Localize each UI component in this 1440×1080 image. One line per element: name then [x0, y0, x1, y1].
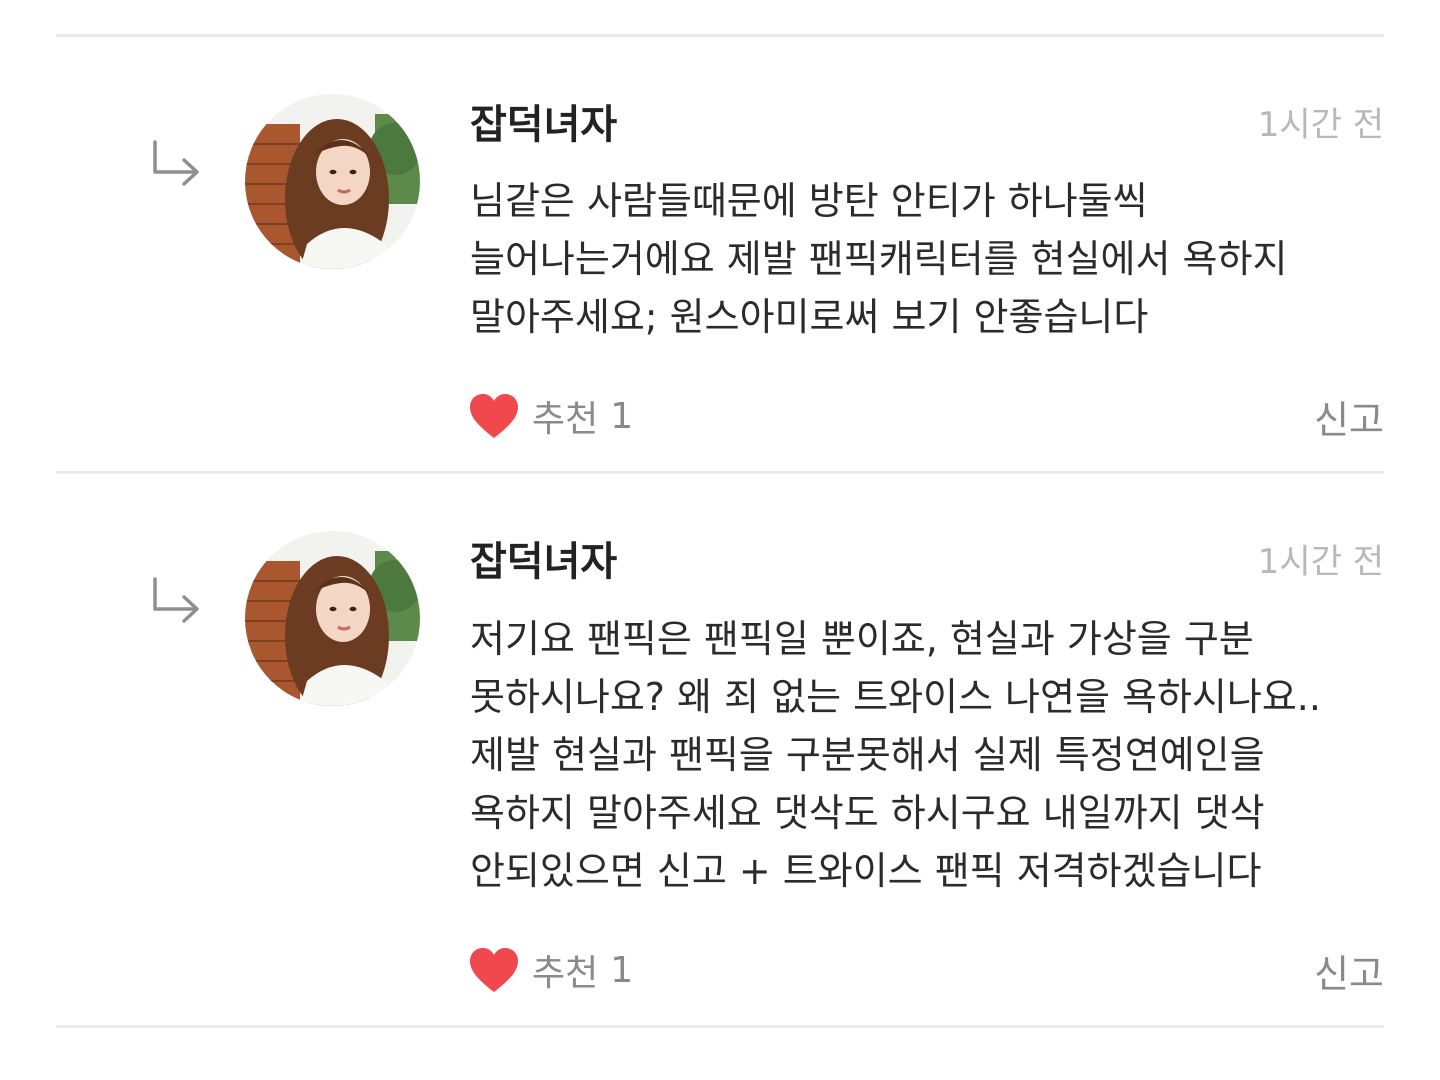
like-count: 1	[610, 395, 634, 437]
heart-icon	[470, 948, 518, 992]
comment-line: 제발 현실과 팬픽을 구분못해서 실제 특정연예인을	[470, 733, 1265, 777]
like-button[interactable]: 추천 1	[468, 944, 633, 996]
divider	[56, 471, 1384, 474]
comment-list: 잡덕녀자 1시간 전 님같은 사람들때문에 방탄 안티가 하나둘씩 늘어나는거에…	[0, 0, 1440, 1080]
comment-author[interactable]: 잡덕녀자	[470, 537, 617, 587]
reply-arrow-icon	[153, 577, 199, 623]
comment-body: 님같은 사람들때문에 방탄 안티가 하나둘씩 늘어나는거에요 제발 팬픽캐릭터를…	[470, 172, 1370, 346]
comment-line: 못하시나요? 왜 죄 없는 트와이스 나연을 욕하시나요..	[470, 675, 1321, 719]
divider	[56, 1025, 1384, 1028]
like-label: 추천	[532, 953, 599, 994]
avatar-image	[245, 531, 420, 706]
avatar[interactable]	[245, 531, 420, 706]
comment-author[interactable]: 잡덕녀자	[470, 100, 617, 150]
like-count: 1	[610, 949, 634, 991]
like-label: 추천	[532, 399, 599, 440]
comment-timestamp: 1시간 전	[1257, 542, 1384, 582]
comment-line: 안되있으면 신고 + 트와이스 팬픽 저격하겠습니다	[470, 849, 1262, 893]
like-button[interactable]: 추천 1	[468, 390, 633, 442]
comment-line: 말아주세요; 원스아미로써 보기 안좋습니다	[470, 295, 1149, 339]
heart-icon	[470, 394, 518, 438]
comment-line: 저기요 팬픽은 팬픽일 뿐이죠, 현실과 가상을 구분	[470, 617, 1254, 661]
comment-timestamp: 1시간 전	[1257, 105, 1384, 145]
comment-line: 님같은 사람들때문에 방탄 안티가 하나둘씩	[470, 179, 1148, 223]
comment-line: 늘어나는거에요 제발 팬픽캐릭터를 현실에서 욕하지	[470, 237, 1288, 281]
report-button[interactable]: 신고	[1314, 394, 1384, 446]
comment-line: 욕하지 말아주세요 댓삭도 하시구요 내일까지 댓삭	[470, 791, 1265, 835]
reply-arrow-icon	[153, 140, 199, 186]
divider	[56, 34, 1384, 37]
report-button[interactable]: 신고	[1314, 948, 1384, 1000]
comment-body: 저기요 팬픽은 팬픽일 뿐이죠, 현실과 가상을 구분 못하시나요? 왜 죄 없…	[470, 610, 1370, 900]
avatar[interactable]	[245, 94, 420, 269]
avatar-image	[245, 94, 420, 269]
